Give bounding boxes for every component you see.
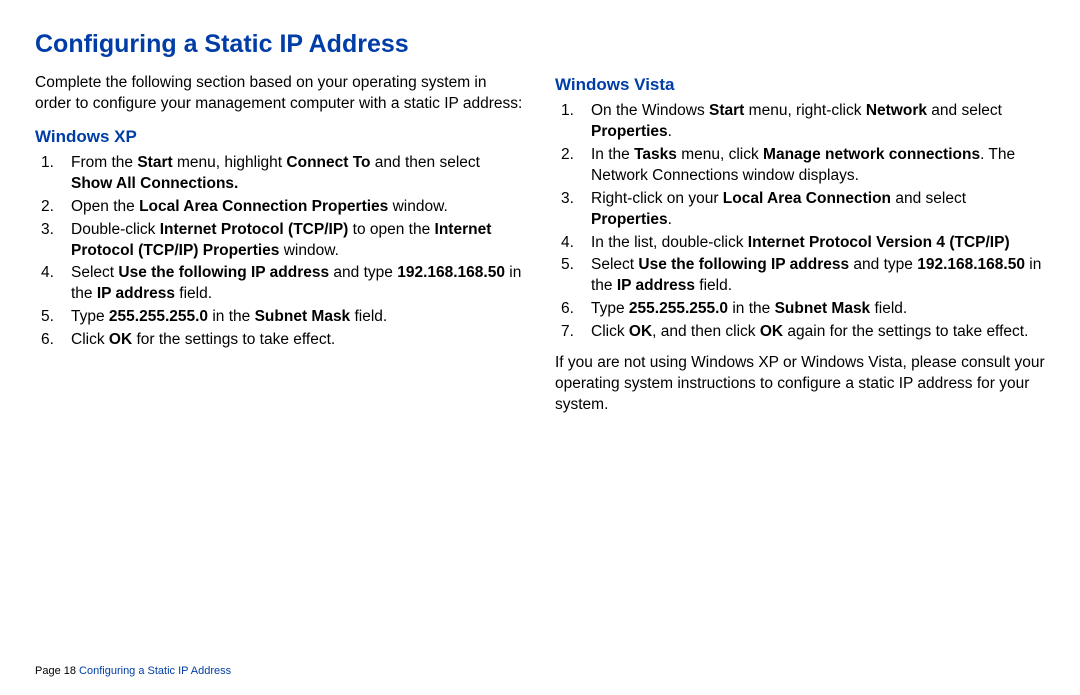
- content-columns: Complete the following section based on …: [35, 73, 1045, 416]
- step-item: Open the Local Area Connection Propertie…: [35, 197, 525, 218]
- page-footer: Page 18 Configuring a Static IP Address: [35, 665, 231, 677]
- step-item: Type 255.255.255.0 in the Subnet Mask fi…: [35, 307, 525, 328]
- page-title: Configuring a Static IP Address: [35, 30, 1045, 59]
- step-item: Select Use the following IP address and …: [555, 255, 1045, 297]
- heading-windows-vista: Windows Vista: [555, 75, 1045, 95]
- steps-windows-vista: On the Windows Start menu, right-click N…: [555, 101, 1045, 343]
- step-item: Type 255.255.255.0 in the Subnet Mask fi…: [555, 299, 1045, 320]
- intro-paragraph: Complete the following section based on …: [35, 73, 525, 115]
- column-left: Complete the following section based on …: [35, 73, 525, 416]
- step-item: From the Start menu, highlight Connect T…: [35, 153, 525, 195]
- step-item: Click OK, and then click OK again for th…: [555, 322, 1045, 343]
- step-item: In the list, double-click Internet Proto…: [555, 233, 1045, 254]
- step-item: Double-click Internet Protocol (TCP/IP) …: [35, 220, 525, 262]
- step-item: On the Windows Start menu, right-click N…: [555, 101, 1045, 143]
- footer-page-number: Page 18: [35, 665, 76, 677]
- step-item: Right-click on your Local Area Connectio…: [555, 189, 1045, 231]
- step-item: Click OK for the settings to take effect…: [35, 330, 525, 351]
- footer-title: Configuring a Static IP Address: [79, 665, 231, 677]
- step-item: Select Use the following IP address and …: [35, 263, 525, 305]
- steps-windows-xp: From the Start menu, highlight Connect T…: [35, 153, 525, 351]
- step-item: In the Tasks menu, click Manage network …: [555, 145, 1045, 187]
- heading-windows-xp: Windows XP: [35, 127, 525, 147]
- note-paragraph: If you are not using Windows XP or Windo…: [555, 353, 1045, 416]
- column-right: Windows Vista On the Windows Start menu,…: [555, 73, 1045, 416]
